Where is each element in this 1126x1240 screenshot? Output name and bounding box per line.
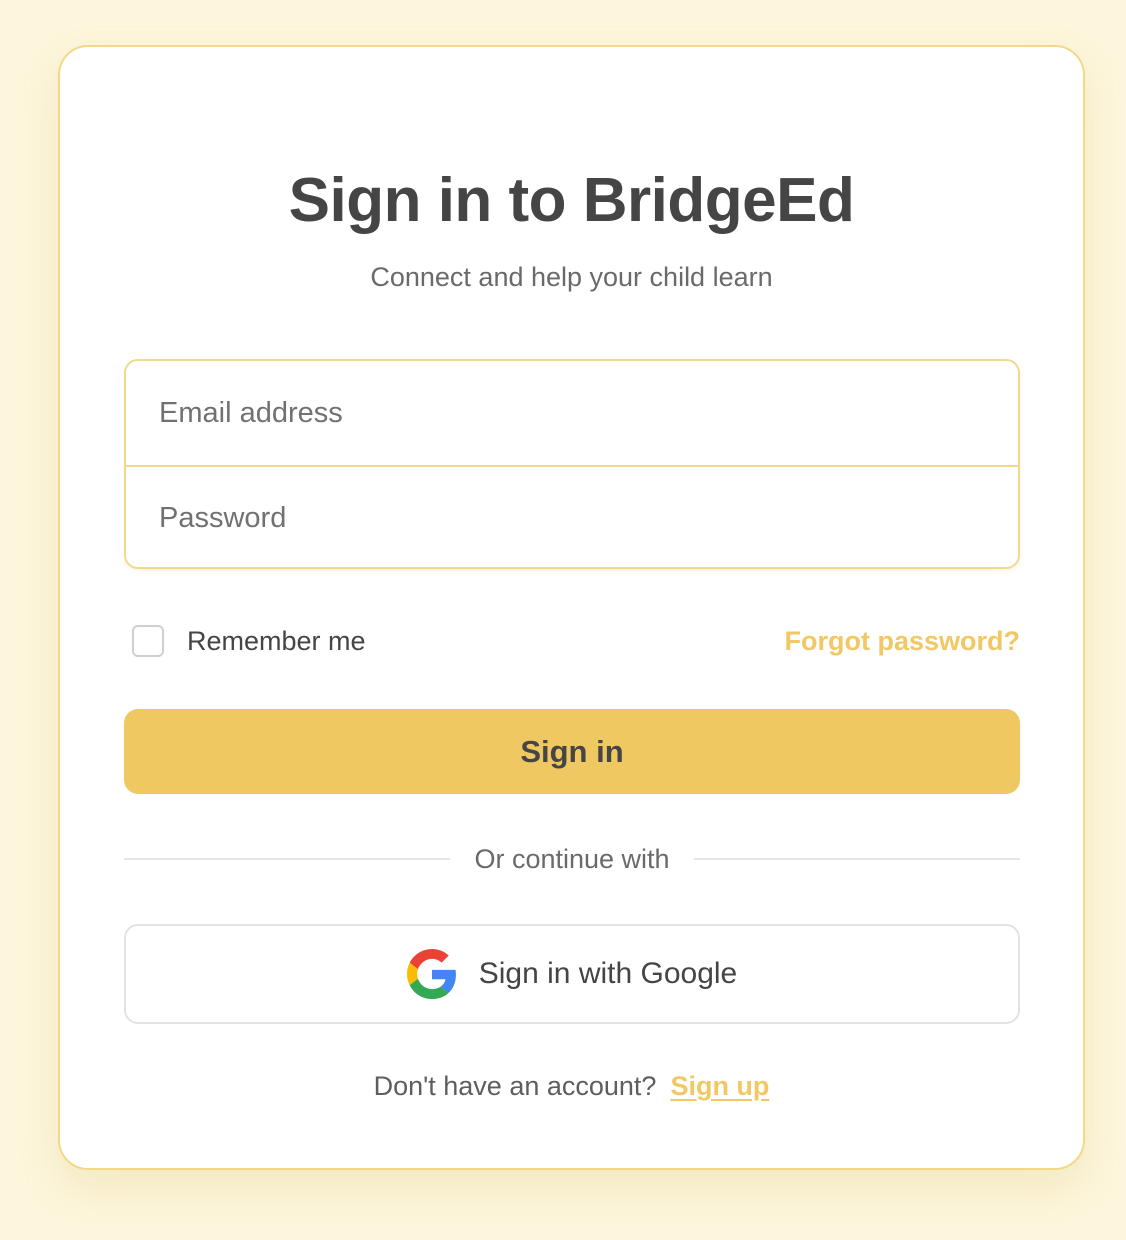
divider-line-left bbox=[124, 858, 451, 860]
credentials-group bbox=[124, 359, 1020, 569]
divider: Or continue with bbox=[124, 839, 1020, 879]
sign-in-button[interactable]: Sign in bbox=[124, 709, 1020, 794]
remember-me-label: Remember me bbox=[187, 625, 366, 656]
divider-line-right bbox=[693, 858, 1020, 860]
remember-me[interactable]: Remember me bbox=[124, 625, 366, 657]
forgot-password-link[interactable]: Forgot password? bbox=[785, 626, 1021, 657]
sign-in-card: Sign in to BridgeEd Connect and help you… bbox=[58, 45, 1085, 1170]
sign-up-prompt-text: Don't have an account? bbox=[373, 1071, 657, 1101]
email-field[interactable] bbox=[126, 361, 1018, 465]
divider-text: Or continue with bbox=[474, 843, 670, 874]
remember-me-checkbox[interactable] bbox=[132, 625, 164, 657]
page-title: Sign in to BridgeEd bbox=[288, 166, 855, 235]
page-subtitle: Connect and help your child learn bbox=[370, 262, 773, 292]
password-field[interactable] bbox=[126, 465, 1018, 567]
sign-up-link[interactable]: Sign up bbox=[670, 1071, 769, 1101]
google-icon bbox=[406, 949, 457, 999]
options-row: Remember me Forgot password? bbox=[124, 621, 1020, 661]
sign-up-prompt: Don't have an account? Sign up bbox=[60, 1071, 1083, 1102]
google-sign-in-button[interactable]: Sign in with Google bbox=[124, 924, 1020, 1024]
google-sign-in-label: Sign in with Google bbox=[478, 957, 738, 990]
